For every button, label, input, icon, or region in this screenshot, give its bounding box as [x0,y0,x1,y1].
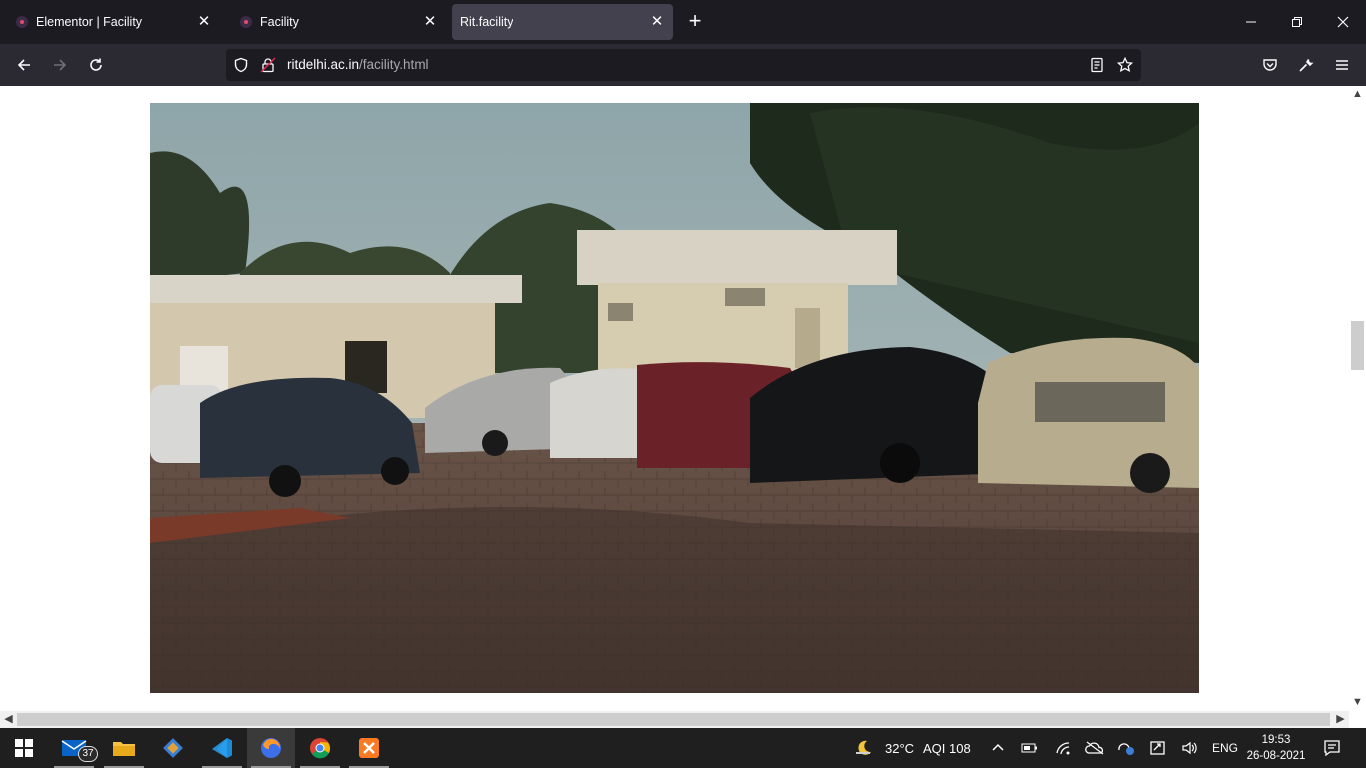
close-icon [1337,16,1349,28]
site-favicon-icon [240,16,252,28]
weather-temperature[interactable]: 32°C [885,741,914,756]
url-host: ritdelhi.ac.in [287,57,360,72]
minimize-button[interactable] [1228,6,1274,38]
scroll-up-icon[interactable]: ▲ [1349,86,1366,103]
folder-icon [113,742,135,756]
scrollbar-corner [1349,711,1366,728]
input-language[interactable]: ENG [1212,741,1238,755]
tracking-protection-shield-icon[interactable] [231,55,251,75]
clock-time: 19:53 [1261,734,1291,746]
url-text[interactable]: ritdelhi.ac.in/facility.html [287,57,429,72]
minimize-icon [1246,21,1256,23]
system-clock[interactable]: 19:53 26-08-2021 [1245,732,1307,764]
url-path: /facility.html [359,57,429,72]
windows-taskbar: 37 32°C AQI 108 ENG 19:53 26-08-2021 [0,728,1366,768]
taskbar-git[interactable] [149,728,197,768]
new-tab-button[interactable]: + [683,10,707,34]
taskbar-chrome[interactable] [296,728,344,768]
tab-rit-facility[interactable]: Rit.facility ✕ [452,4,673,40]
git-diamond-icon [163,738,183,758]
vscode-icon [212,738,232,758]
close-tab-icon[interactable]: ✕ [649,14,665,30]
weather-aqi[interactable]: AQI 108 [923,741,971,756]
taskbar-firefox[interactable] [247,728,295,768]
chrome-icon [310,738,331,759]
reload-icon [90,58,102,71]
taskbar-xampp[interactable] [345,728,393,768]
tab-facility[interactable]: Facility ✕ [228,4,446,40]
start-button[interactable] [0,728,48,768]
insecure-lock-icon[interactable] [258,55,278,75]
taskbar-file-explorer[interactable] [100,728,148,768]
close-tab-icon[interactable]: ✕ [422,14,438,30]
show-hidden-icons-chevron-up-icon[interactable] [988,738,1008,758]
network-status-icon[interactable] [1116,738,1136,758]
tab-label: Elementor | Facility [36,15,143,29]
scroll-down-icon[interactable]: ▼ [1349,694,1366,711]
restore-icon [1292,17,1302,27]
pocket-button[interactable] [1254,49,1286,81]
scroll-left-icon[interactable]: ◀ [0,711,17,728]
input-indicator-icon[interactable] [1148,738,1168,758]
tab-strip: Elementor | Facility ✕ Facility ✕ Rit.fa… [0,0,1366,44]
app-menu-button[interactable] [1326,49,1358,81]
battery-icon[interactable] [1020,738,1040,758]
scroll-right-icon[interactable]: ▶ [1332,711,1349,728]
taskbar-vscode[interactable] [198,728,246,768]
page-viewport [0,86,1349,711]
xampp-icon [359,738,379,758]
tab-label: Facility [260,15,299,29]
restore-button[interactable] [1274,6,1320,38]
vertical-scrollbar[interactable]: ▲ ▼ [1349,86,1366,711]
forward-button[interactable] [44,49,76,81]
horizontal-scrollbar[interactable]: ◀ ▶ [0,711,1349,728]
mail-unread-badge: 37 [78,746,98,762]
close-tab-icon[interactable]: ✕ [196,14,212,30]
address-bar[interactable]: ritdelhi.ac.in/facility.html [226,49,1141,81]
pocket-icon [1263,59,1277,71]
vertical-scroll-thumb[interactable] [1351,321,1364,370]
wifi-icon[interactable] [1054,738,1074,758]
site-favicon-icon [16,16,28,28]
developer-tools-button[interactable] [1290,49,1322,81]
tab-elementor-facility[interactable]: Elementor | Facility ✕ [4,4,220,40]
reload-button[interactable] [80,49,112,81]
weather-moon-icon[interactable] [854,738,874,758]
navigation-toolbar: ritdelhi.ac.in/facility.html [0,44,1366,86]
clock-date: 26-08-2021 [1246,750,1306,762]
notification-center-icon[interactable] [1322,738,1342,758]
close-window-button[interactable] [1320,6,1366,38]
arrow-left-icon [17,59,30,71]
hamburger-menu-icon [1336,60,1348,70]
reader-view-icon[interactable] [1087,55,1107,75]
horizontal-scroll-thumb[interactable] [17,713,1330,726]
onedrive-cloud-icon[interactable] [1085,738,1105,758]
facility-parking-photo [150,103,1199,693]
tab-label: Rit.facility [460,15,514,29]
bookmark-star-icon[interactable] [1115,55,1135,75]
windows-logo-icon [15,739,33,757]
wrench-icon [1299,59,1314,72]
firefox-icon [261,738,281,758]
arrow-right-icon [54,59,67,71]
back-button[interactable] [8,49,40,81]
volume-speaker-icon[interactable] [1180,738,1200,758]
